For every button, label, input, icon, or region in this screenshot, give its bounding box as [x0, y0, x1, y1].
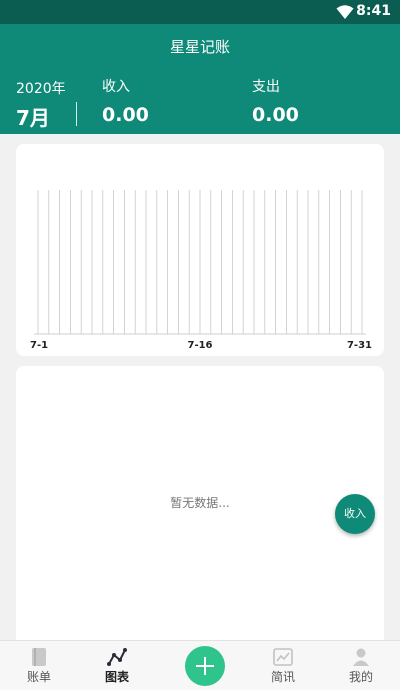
nav-item-label: 图表 — [104, 670, 129, 684]
nav-item-label: 简讯 — [270, 670, 295, 684]
x-tick-label: 7-16 — [187, 340, 212, 351]
nav-item-charts[interactable]: 图表 — [87, 641, 147, 690]
nav-item-news[interactable]: 简讯 — [253, 641, 313, 690]
nav-item-profile[interactable]: 我的 — [331, 641, 391, 690]
x-tick-label: 7-31 — [347, 340, 372, 351]
app-header: 星星记账 2020年 7月 收入 0.00 支出 0.00 — [0, 24, 400, 134]
category-chart-card: 暂无数据... — [16, 366, 384, 646]
expense-label: 支出 — [252, 79, 280, 95]
year-selector[interactable]: 2020年 — [16, 78, 66, 98]
income-value: 0.00 — [102, 104, 149, 126]
bottom-nav: 账单 图表 简讯 我的 — [0, 640, 400, 690]
nav-item-label: 账单 — [26, 670, 51, 684]
add-record-button[interactable] — [185, 646, 225, 686]
status-bar: 8:41 — [0, 0, 400, 24]
header-divider — [76, 102, 77, 126]
book-icon — [32, 648, 46, 666]
nav-item-bills[interactable]: 账单 — [9, 641, 69, 690]
chart-line-icon — [107, 648, 127, 666]
person-icon — [353, 648, 369, 666]
expense-value: 0.00 — [252, 104, 299, 126]
status-time: 8:41 — [356, 3, 391, 19]
page-title: 星星记账 — [169, 38, 230, 56]
month-selector[interactable]: 7月 — [16, 102, 50, 131]
empty-state-text: 暂无数据... — [170, 496, 230, 510]
trend-icon — [273, 648, 293, 666]
income-toggle-button[interactable]: 收入 — [335, 494, 375, 534]
income-label: 收入 — [102, 79, 130, 95]
nav-item-label: 我的 — [348, 670, 373, 684]
wifi-icon — [336, 5, 354, 19]
x-tick-label: 7-1 — [30, 340, 48, 351]
daily-chart-card: 7-1 7-16 7-31 — [16, 144, 384, 356]
daily-chart: 7-1 7-16 7-31 — [30, 190, 372, 351]
